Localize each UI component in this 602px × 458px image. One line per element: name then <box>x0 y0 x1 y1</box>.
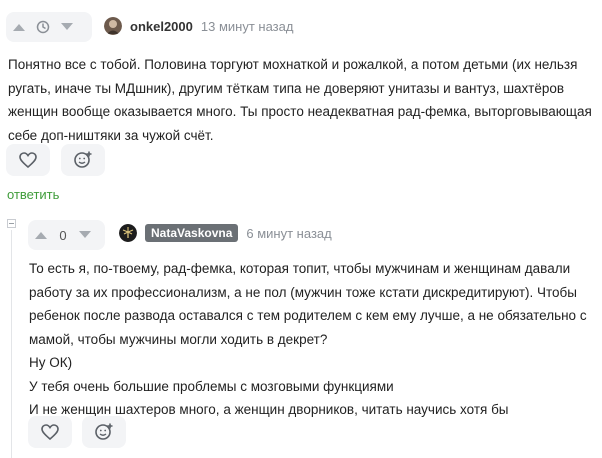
reply-link[interactable]: ответить <box>7 187 59 202</box>
collapse-thread-button[interactable] <box>7 219 16 228</box>
heart-icon <box>41 424 59 440</box>
timestamp[interactable]: 13 минут назад <box>201 19 294 34</box>
avatar[interactable] <box>119 224 137 242</box>
upvote-icon <box>13 24 25 31</box>
avatar[interactable] <box>104 17 122 35</box>
upvote-button[interactable] <box>6 12 32 42</box>
comment-paragraph: То есть я, по-твоему, рад-фемка, которая… <box>29 261 587 347</box>
add-reaction-button[interactable] <box>61 144 105 176</box>
comment-paragraph: Понятно все с тобой. Половина торгуют мо… <box>8 57 592 143</box>
comment-paragraph: У тебя очень большие проблемы с мозговым… <box>29 378 394 394</box>
comment-text: Понятно все с тобой. Половина торгуют мо… <box>8 53 594 147</box>
downvote-icon <box>79 231 91 238</box>
pending-score-icon <box>32 12 54 42</box>
downvote-icon <box>61 23 73 30</box>
upvote-icon <box>35 232 47 239</box>
comment-paragraph: Ну ОК) <box>29 355 73 370</box>
add-emoji-icon <box>74 151 92 168</box>
comment-header: onkel2000 13 минут назад <box>104 17 293 35</box>
downvote-button[interactable] <box>72 220 98 250</box>
username[interactable]: onkel2000 <box>130 19 193 34</box>
add-emoji-icon <box>95 423 113 440</box>
timestamp[interactable]: 6 минут назад <box>246 226 331 241</box>
like-button[interactable] <box>28 416 72 448</box>
vote-box: 0 <box>28 220 105 250</box>
upvote-button[interactable] <box>28 220 54 250</box>
score: 0 <box>59 227 67 243</box>
thread-line[interactable] <box>11 230 12 458</box>
add-reaction-button[interactable] <box>82 416 126 448</box>
comment-text: То есть я, по-твоему, рад-фемка, которая… <box>29 257 594 422</box>
like-button[interactable] <box>6 144 50 176</box>
vote-box <box>6 12 92 42</box>
comment-header: NataVaskovna 6 минут назад <box>119 224 332 242</box>
username[interactable]: NataVaskovna <box>145 224 239 242</box>
heart-icon <box>19 152 37 168</box>
downvote-button[interactable] <box>54 12 80 42</box>
